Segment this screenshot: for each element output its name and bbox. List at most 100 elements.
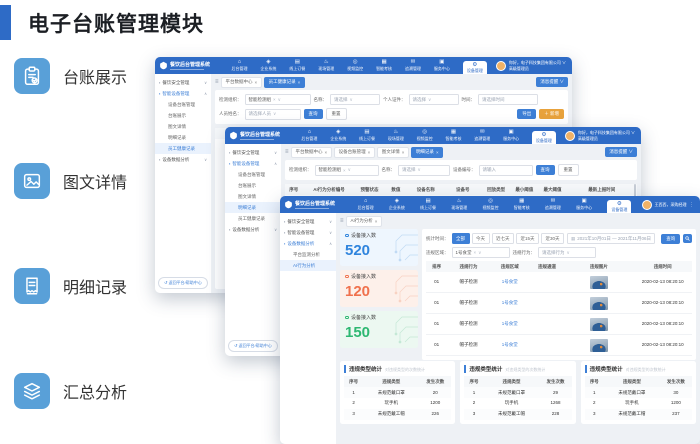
- sidebar-item[interactable]: 设备台账管理: [155, 99, 211, 110]
- magnifier-button[interactable]: [683, 234, 692, 243]
- nav-item[interactable]: ♨现场管理: [388, 130, 404, 141]
- sidebar-item[interactable]: 明细记录: [155, 132, 211, 143]
- person-select[interactable]: 请选择人员∨: [245, 109, 301, 120]
- link[interactable]: 1号食堂: [502, 321, 518, 326]
- range-button[interactable]: 近15天: [516, 233, 539, 244]
- search-button[interactable]: 查询: [536, 165, 555, 175]
- close-icon[interactable]: ×: [402, 150, 405, 155]
- tab[interactable]: 平台数据中心×: [221, 77, 262, 88]
- sidebar-item[interactable]: 明细记录: [225, 202, 281, 213]
- more-menu-icon[interactable]: ⋮: [689, 202, 694, 208]
- device-number-input[interactable]: 请输入: [479, 165, 533, 176]
- nav-item[interactable]: ▦智能考核: [376, 60, 392, 71]
- sidebar-item[interactable]: 图文详情: [225, 191, 281, 202]
- clear-icon[interactable]: ×: [343, 168, 346, 173]
- tab[interactable]: 设备台账管理×: [334, 147, 375, 158]
- nav-item[interactable]: ◈企业系统: [330, 130, 346, 141]
- collapse-sidebar-icon[interactable]: ≡: [340, 218, 344, 224]
- date-range-input[interactable]: ▦2021年10月01日 — 2021年11月06日: [567, 233, 655, 244]
- nav-item[interactable]: ▣服务中心: [434, 60, 450, 71]
- nav-item[interactable]: ◎视频监控: [482, 199, 498, 210]
- sidebar-group[interactable]: ▪餐饮安全管理∨: [155, 77, 211, 88]
- user-block[interactable]: 你好，电子科技集团有限公司 ∨高级管理员: [562, 130, 638, 140]
- close-icon[interactable]: ×: [436, 150, 439, 155]
- name-select[interactable]: 请选择∨: [398, 165, 450, 176]
- sidebar-group[interactable]: ▪智能设备管理∧: [225, 158, 281, 169]
- nav-item[interactable]: ▤线上订餐: [359, 130, 375, 141]
- back-to-platform-button[interactable]: ↺ 返回平台/帮助中心: [158, 277, 208, 289]
- nav-item[interactable]: ⚙设备管理: [607, 200, 631, 213]
- link[interactable]: 1号食堂: [502, 342, 518, 347]
- nav-item[interactable]: ◈企业系统: [260, 60, 276, 71]
- sidebar-item[interactable]: 员工健康记录: [225, 213, 281, 224]
- range-button[interactable]: 全部: [452, 233, 470, 244]
- close-icon[interactable]: ×: [375, 219, 378, 224]
- close-icon[interactable]: ×: [368, 150, 371, 155]
- sidebar-item[interactable]: 台账展示: [225, 180, 281, 191]
- nav-item[interactable]: ✉追溯管理: [405, 60, 421, 71]
- nav-item[interactable]: ⚙设备管理: [463, 61, 487, 74]
- nav-item[interactable]: ▤线上订餐: [420, 199, 436, 210]
- nav-item[interactable]: ▣服务中心: [576, 199, 592, 210]
- sidebar-group[interactable]: ▪智能设备管理∨: [280, 227, 336, 238]
- sidebar-item[interactable]: 图文详情: [155, 121, 211, 132]
- nav-item[interactable]: ⌂后台管理: [358, 199, 374, 210]
- tab[interactable]: 员工健康记录×: [264, 77, 305, 88]
- sidebar-group[interactable]: ▪餐饮安全管理∨: [225, 147, 281, 158]
- tab[interactable]: 图文详情×: [377, 147, 409, 158]
- nav-item[interactable]: ◈企业系统: [389, 199, 405, 210]
- search-button[interactable]: 查询: [304, 109, 323, 119]
- nav-item[interactable]: ⌂后台管理: [231, 60, 247, 71]
- sidebar-item[interactable]: AI行为分析: [280, 260, 336, 271]
- name-select[interactable]: 请选择∨: [330, 94, 380, 105]
- close-icon[interactable]: ×: [325, 150, 328, 155]
- sidebar-group[interactable]: ▪设备数据分析∧: [280, 238, 336, 249]
- nav-item[interactable]: ♨现场管理: [451, 199, 467, 210]
- message-notice-button[interactable]: 消息提醒 ∨: [605, 147, 637, 157]
- user-block[interactable]: 你好，电子科技集团有限公司 ∨高级管理员: [493, 60, 569, 70]
- nav-item[interactable]: ⌂后台管理: [301, 130, 317, 141]
- link[interactable]: 1号食堂: [502, 300, 518, 305]
- nav-item[interactable]: ⚙设备管理: [532, 131, 556, 144]
- sidebar-group[interactable]: ▪设备数据分析∨: [225, 224, 281, 235]
- user-block[interactable]: 王西西，采购经理 ⋮: [639, 200, 697, 210]
- nav-item[interactable]: ◎视频监控: [347, 60, 363, 71]
- export-button[interactable]: 导出: [517, 109, 536, 119]
- sidebar-item[interactable]: 台账展示: [155, 110, 211, 121]
- range-button[interactable]: 近七天: [492, 233, 515, 244]
- tab[interactable]: 明细记录×: [411, 147, 443, 158]
- nav-item[interactable]: ▣服务中心: [503, 130, 519, 141]
- nav-item[interactable]: ◎视频监控: [417, 130, 433, 141]
- close-icon[interactable]: ×: [255, 80, 258, 85]
- cert-select[interactable]: 请选择∨: [409, 94, 459, 105]
- area-select[interactable]: 1号食堂×∨: [452, 247, 510, 258]
- nav-item[interactable]: ✉追溯管理: [474, 130, 490, 141]
- search-button[interactable]: 查询: [661, 234, 680, 244]
- clear-icon[interactable]: ×: [273, 97, 276, 102]
- link[interactable]: 1号食堂: [502, 279, 518, 284]
- nav-item[interactable]: ✉追溯管理: [545, 199, 561, 210]
- reset-button[interactable]: 重置: [558, 164, 579, 176]
- sidebar-group[interactable]: ▪设备数据分析∨: [155, 154, 211, 165]
- sidebar-item[interactable]: 员工健康记录: [155, 143, 211, 154]
- add-button[interactable]: ＋ 新增: [539, 109, 564, 119]
- tab[interactable]: 平台数据中心×: [291, 147, 332, 158]
- nav-item[interactable]: ▦智能考核: [445, 130, 461, 141]
- nav-item[interactable]: ▦智能考核: [514, 199, 530, 210]
- sidebar-item[interactable]: 平台监测分析: [280, 249, 336, 260]
- sidebar-item[interactable]: 设备台账管理: [225, 169, 281, 180]
- org-select[interactable]: 智能检测组×∨: [245, 94, 311, 105]
- collapse-sidebar-icon[interactable]: ≡: [215, 79, 219, 85]
- nav-item[interactable]: ♨现场管理: [318, 60, 334, 71]
- message-notice-button[interactable]: 消息提醒 ∨: [536, 77, 568, 87]
- nav-item[interactable]: ▤线上订餐: [289, 60, 305, 71]
- sidebar-group[interactable]: ▪智能设备管理∧: [155, 88, 211, 99]
- back-to-platform-button[interactable]: ↺ 返回平台/帮助中心: [228, 340, 278, 352]
- collapse-sidebar-icon[interactable]: ≡: [285, 149, 289, 155]
- org-select[interactable]: 智能检测组×∨: [315, 165, 379, 176]
- reset-button[interactable]: 重置: [326, 108, 347, 120]
- range-button[interactable]: 近30天: [541, 233, 564, 244]
- tab[interactable]: AI行为分析×: [346, 216, 382, 227]
- sidebar-group[interactable]: ▪餐饮安全管理∨: [280, 216, 336, 227]
- close-icon[interactable]: ×: [298, 80, 301, 85]
